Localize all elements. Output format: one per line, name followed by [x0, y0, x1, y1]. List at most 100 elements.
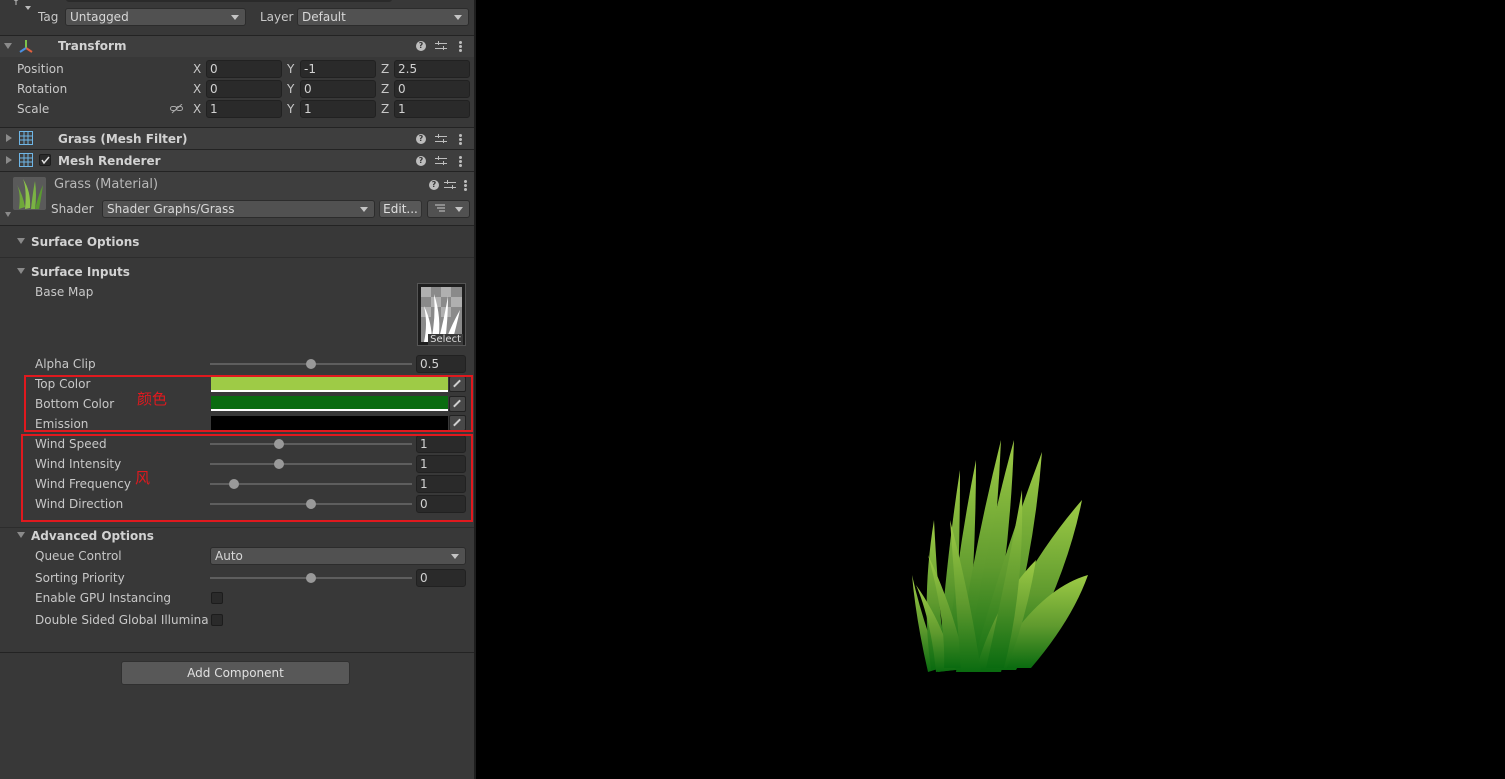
help-icon[interactable]: ?	[429, 180, 439, 190]
chevron-down-icon	[455, 207, 463, 212]
chevron-down-icon	[451, 554, 459, 559]
constrain-proportions-icon[interactable]	[170, 103, 184, 114]
surface-options-foldout-icon[interactable]	[17, 238, 25, 244]
scale-z-axis: Z	[381, 102, 390, 116]
presets-icon[interactable]	[435, 134, 447, 144]
name-field-bottom[interactable]	[66, 0, 392, 2]
chevron-down-icon	[360, 207, 368, 212]
layer-label: Layer	[260, 10, 294, 24]
foldout-collapsed-icon[interactable]	[6, 156, 12, 164]
help-icon[interactable]: ?	[416, 41, 426, 51]
base-map-texture-slot[interactable]: Select	[417, 283, 466, 346]
surface-inputs-title[interactable]: Surface Inputs	[31, 265, 130, 279]
mesh-filter-icon	[19, 131, 33, 145]
rotation-z-axis: Z	[381, 82, 390, 96]
shader-options-dropdown[interactable]	[427, 200, 470, 218]
position-y-axis: Y	[287, 62, 295, 76]
position-x-axis: X	[193, 62, 202, 76]
mesh-filter-title: Grass (Mesh Filter)	[58, 132, 188, 146]
alpha-clip-field[interactable]: 0.5	[416, 355, 466, 373]
tag-dropdown[interactable]: Untagged	[65, 8, 246, 26]
wind-annotation: 风	[135, 469, 151, 487]
rotation-z-field[interactable]: 0	[394, 80, 470, 98]
scale-label: Scale	[17, 102, 50, 116]
position-y-field[interactable]: -1	[300, 60, 376, 78]
color-highlight-box	[24, 375, 473, 432]
double-sided-gi-label: Double Sided Global Illuminatio	[35, 613, 208, 627]
context-menu-icon[interactable]	[459, 156, 462, 167]
base-map-label: Base Map	[35, 285, 94, 299]
help-icon[interactable]: ?	[416, 134, 426, 144]
rotation-x-field[interactable]: 0	[206, 80, 282, 98]
position-x-field[interactable]: 0	[206, 60, 282, 78]
gpu-instancing-checkbox[interactable]	[211, 592, 223, 604]
rotation-y-axis: Y	[287, 82, 295, 96]
queue-control-dropdown[interactable]: Auto	[210, 547, 466, 565]
layer-value: Default	[302, 10, 346, 24]
shader-value: Shader Graphs/Grass	[107, 202, 235, 216]
select-texture-label[interactable]: Select	[428, 334, 463, 345]
context-menu-icon[interactable]	[464, 180, 467, 191]
surface-inputs-foldout-icon[interactable]	[17, 268, 25, 274]
chevron-down-icon	[454, 15, 462, 20]
material-header: Grass (Material) ? Shader Shader Graphs/…	[0, 171, 474, 225]
position-z-axis: Z	[381, 62, 390, 76]
object-type-icon	[6, 0, 26, 6]
transform-header[interactable]: Transform ?	[0, 35, 474, 57]
advanced-options-title[interactable]: Advanced Options	[31, 529, 154, 543]
scale-z-field[interactable]: 1	[394, 100, 470, 118]
context-menu-icon[interactable]	[459, 41, 462, 52]
foldout-expanded-icon[interactable]	[5, 212, 11, 217]
surface-options-title[interactable]: Surface Options	[31, 235, 139, 249]
presets-icon[interactable]	[435, 156, 447, 166]
mesh-renderer-title: Mesh Renderer	[58, 154, 161, 168]
position-z-field[interactable]: 2.5	[394, 60, 470, 78]
position-label: Position	[17, 62, 64, 76]
alpha-clip-slider-knob[interactable]	[306, 359, 316, 369]
scale-y-field[interactable]: 1	[300, 100, 376, 118]
double-sided-gi-checkbox[interactable]	[211, 614, 223, 626]
advanced-options-foldout-icon[interactable]	[17, 532, 25, 538]
scale-x-axis: X	[193, 102, 202, 116]
sorting-priority-slider-knob[interactable]	[306, 573, 316, 583]
material-preview-thumbnail[interactable]	[13, 177, 46, 210]
help-icon[interactable]: ?	[416, 156, 426, 166]
foldout-expanded-icon[interactable]	[4, 43, 12, 49]
material-name: Grass (Material)	[54, 177, 159, 192]
transform-icon	[18, 39, 34, 55]
sorting-priority-field[interactable]: 0	[416, 569, 466, 587]
alpha-clip-label: Alpha Clip	[35, 357, 96, 371]
mesh-renderer-enabled-checkbox[interactable]	[39, 154, 51, 166]
tag-label: Tag	[38, 10, 59, 24]
transform-title: Transform	[58, 39, 127, 53]
mesh-renderer-header[interactable]: Mesh Renderer ?	[0, 149, 474, 171]
shader-label: Shader	[51, 202, 94, 216]
shader-dropdown[interactable]: Shader Graphs/Grass	[102, 200, 375, 218]
scale-y-axis: Y	[287, 102, 295, 116]
static-dropdown-arrow[interactable]	[25, 6, 31, 10]
chevron-down-icon	[231, 15, 239, 20]
rotation-y-field[interactable]: 0	[300, 80, 376, 98]
rotation-label: Rotation	[17, 82, 68, 96]
list-icon	[435, 204, 445, 212]
queue-control-label: Queue Control	[35, 549, 122, 563]
sorting-priority-label: Sorting Priority	[35, 571, 125, 585]
scene-view[interactable]	[476, 0, 1505, 779]
wind-highlight-box	[21, 434, 473, 522]
mesh-filter-header[interactable]: Grass (Mesh Filter) ?	[0, 127, 474, 149]
presets-icon[interactable]	[444, 180, 456, 190]
layer-dropdown[interactable]: Default	[297, 8, 469, 26]
scale-x-field[interactable]: 1	[206, 100, 282, 118]
presets-icon[interactable]	[435, 41, 447, 51]
edit-shader-button[interactable]: Edit...	[379, 200, 422, 218]
inspector-panel: Tag Untagged Layer Default Transform ? P…	[0, 0, 474, 779]
color-annotation: 颜色	[137, 390, 168, 408]
queue-control-value: Auto	[215, 549, 243, 563]
context-menu-icon[interactable]	[459, 134, 462, 145]
tag-value: Untagged	[70, 10, 129, 24]
rotation-x-axis: X	[193, 82, 202, 96]
add-component-button[interactable]: Add Component	[121, 661, 350, 685]
gpu-instancing-label: Enable GPU Instancing	[35, 591, 172, 605]
grass-render	[912, 440, 1088, 672]
foldout-collapsed-icon[interactable]	[6, 134, 12, 142]
